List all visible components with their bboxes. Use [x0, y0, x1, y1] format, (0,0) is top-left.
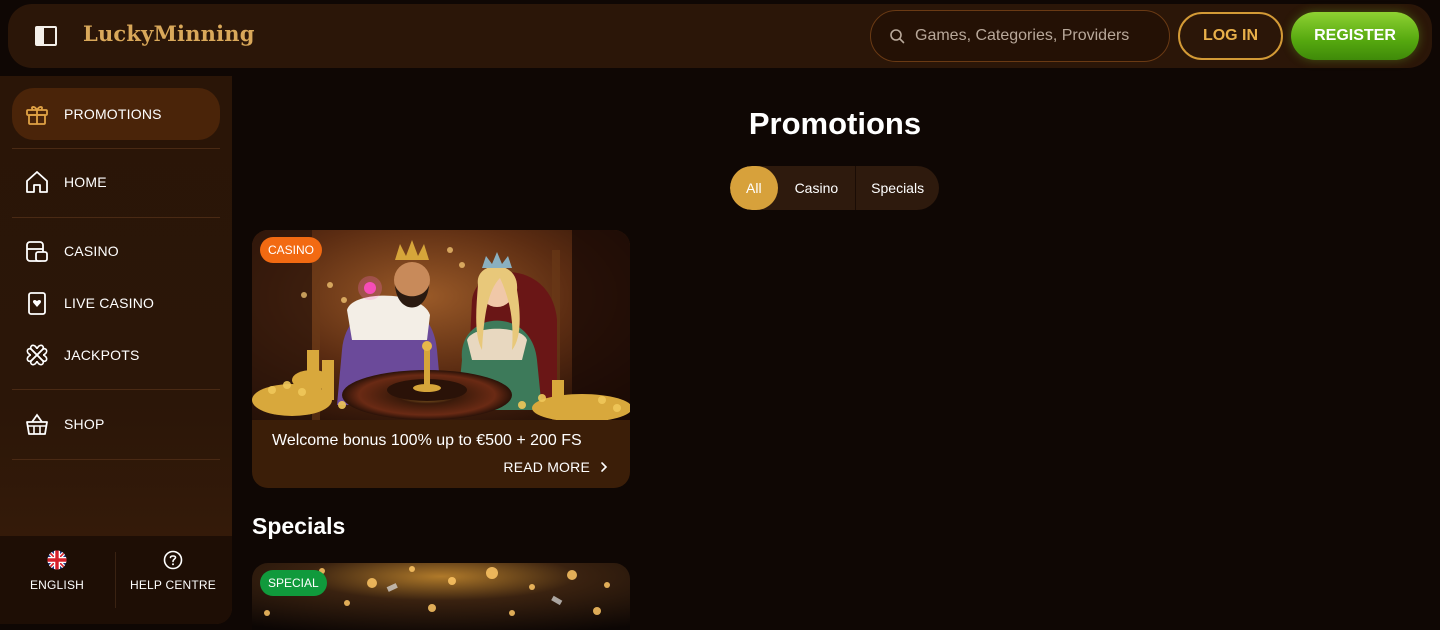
section-title-specials: Specials [252, 513, 346, 539]
tab-specials[interactable]: Specials [855, 166, 939, 210]
help-icon [163, 550, 183, 570]
uk-flag-icon [47, 550, 67, 570]
read-more-label: READ MORE [503, 459, 590, 475]
page-title: Promotions [748, 106, 922, 141]
read-more-link[interactable]: READ MORE [503, 459, 608, 475]
special-badge: SPECIAL [260, 570, 327, 596]
sidebar-item-label: HOME [64, 174, 107, 190]
slot-machine-icon [26, 241, 48, 262]
language-label: ENGLISH [29, 578, 85, 592]
top-header: LuckyMinning LOG IN REGISTER [8, 4, 1432, 68]
home-icon [26, 171, 48, 193]
search-icon [890, 29, 905, 44]
promo-filter-tabs: All Casino Specials [730, 166, 940, 210]
sidebar-divider [12, 217, 220, 218]
clover-icon [26, 344, 48, 366]
sidebar-divider [12, 389, 220, 390]
sidebar-item-label: PROMOTIONS [64, 106, 162, 122]
sidebar-footer: ENGLISH HELP CENTRE [0, 536, 232, 624]
sidebar-item-label: LIVE CASINO [64, 295, 155, 311]
sidebar-divider [12, 148, 220, 149]
tab-casino[interactable]: Casino [778, 166, 856, 210]
sidebar-divider [12, 459, 220, 460]
sidebar-item-shop[interactable]: SHOP [12, 398, 220, 450]
promo-badge: CASINO [260, 237, 323, 263]
sidebar-item-casino[interactable]: CASINO [12, 225, 220, 277]
sidebar-item-label: CASINO [64, 243, 119, 259]
site-logo[interactable]: LuckyMinning [83, 21, 255, 46]
search-input[interactable] [915, 27, 1155, 45]
chevron-right-icon [601, 462, 608, 472]
search-box[interactable] [870, 10, 1170, 62]
playing-card-icon [28, 292, 46, 315]
gift-icon [26, 106, 48, 125]
promo-card[interactable]: CASINO Welcome bonus 100% up to €500 + 2… [252, 230, 630, 488]
sidebar-item-promotions[interactable]: PROMOTIONS [12, 88, 220, 140]
register-button[interactable]: REGISTER [1291, 12, 1419, 60]
promo-title: Welcome bonus 100% up to €500 + 200 FS [272, 432, 582, 449]
tab-all[interactable]: All [730, 166, 778, 210]
language-selector[interactable]: ENGLISH [0, 550, 114, 610]
special-promo-card[interactable]: SPECIAL [252, 563, 630, 630]
sidebar-item-home[interactable]: HOME [12, 156, 220, 208]
help-centre-button[interactable]: HELP CENTRE [116, 550, 230, 610]
help-centre-label: HELP CENTRE [129, 578, 216, 592]
basket-icon [26, 413, 48, 435]
sidebar-item-label: JACKPOTS [64, 347, 140, 363]
login-button[interactable]: LOG IN [1178, 12, 1283, 60]
sidebar-item-live-casino[interactable]: LIVE CASINO [12, 277, 220, 329]
sidebar-toggle-icon[interactable] [34, 24, 58, 48]
sidebar-item-label: SHOP [64, 416, 105, 432]
sidebar-item-jackpots[interactable]: JACKPOTS [12, 329, 220, 381]
